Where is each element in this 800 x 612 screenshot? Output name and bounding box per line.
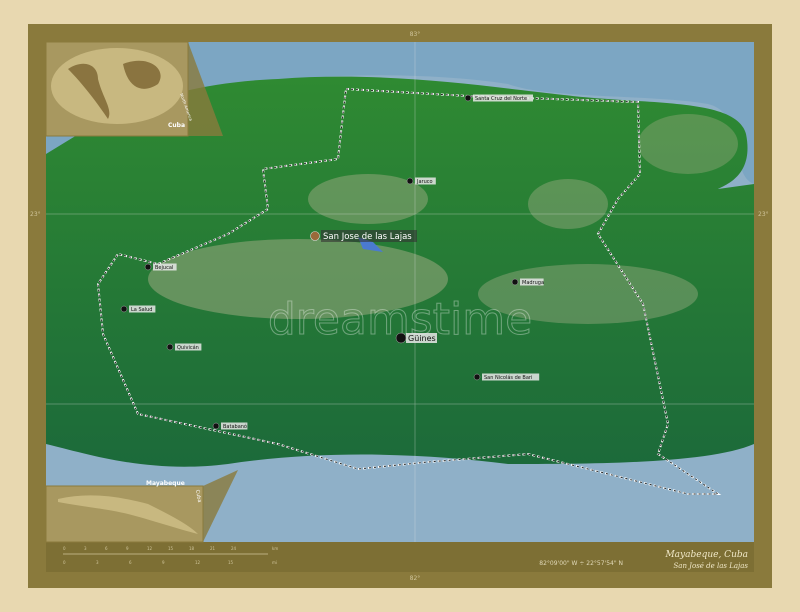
coordinates: 82°09'00" W ÷ 22°57'54" N xyxy=(539,560,623,567)
city-label: Bejucal xyxy=(155,265,173,271)
city-label: Quivicán xyxy=(177,344,199,351)
city-marker[interactable]: San Nicolás de Bari xyxy=(473,373,540,382)
scale-mi-tick: 12 xyxy=(195,560,201,565)
scale-bar-area xyxy=(46,542,754,572)
tick-bottom: 82° xyxy=(410,575,421,582)
city-label: La Salud xyxy=(131,307,152,313)
city-marker[interactable]: Santa Cruz del Norte xyxy=(464,94,533,103)
city-marker[interactable]: Jaruco xyxy=(406,177,436,186)
inset-country-label: Mayabeque xyxy=(146,480,185,487)
tick-left: 23° xyxy=(30,211,41,218)
tick-right: 23° xyxy=(758,211,769,218)
scale-km-tick: 24 xyxy=(231,546,237,551)
tick-top: 83° xyxy=(410,31,421,38)
physical-map: 83° 82° 23° 23° dreamstime Santa Cruz de… xyxy=(30,31,769,582)
city-label: Jaruco xyxy=(416,179,433,185)
map-subtitle: San José de las Lajas xyxy=(673,562,748,570)
capital-marker[interactable]: San Jose de las Lajas xyxy=(310,230,418,242)
map-frame: 83° 82° 23° 23° dreamstime Santa Cruz de… xyxy=(28,24,772,588)
scale-km-tick: 18 xyxy=(189,546,195,551)
capital-label: San Jose de las Lajas xyxy=(323,232,412,242)
scale-km-unit: km xyxy=(272,546,278,551)
scale-km-tick: 15 xyxy=(168,546,174,551)
city-label: Batabanó xyxy=(223,423,247,430)
inset-world-label: Cuba xyxy=(168,122,185,129)
scale-mi-unit: mi xyxy=(272,560,277,565)
scale-mi-tick: 15 xyxy=(228,560,234,565)
scale-km-tick: 21 xyxy=(210,546,216,551)
city-label: Güines xyxy=(408,334,436,343)
map-title: Mayabeque, Cuba xyxy=(664,550,748,560)
city-label: Santa Cruz del Norte xyxy=(475,96,527,102)
city-marker[interactable]: Güines xyxy=(395,332,437,344)
city-label: San Nicolás de Bari xyxy=(484,374,532,381)
city-label: Madruga xyxy=(522,280,544,286)
scale-km-tick: 12 xyxy=(147,546,153,551)
